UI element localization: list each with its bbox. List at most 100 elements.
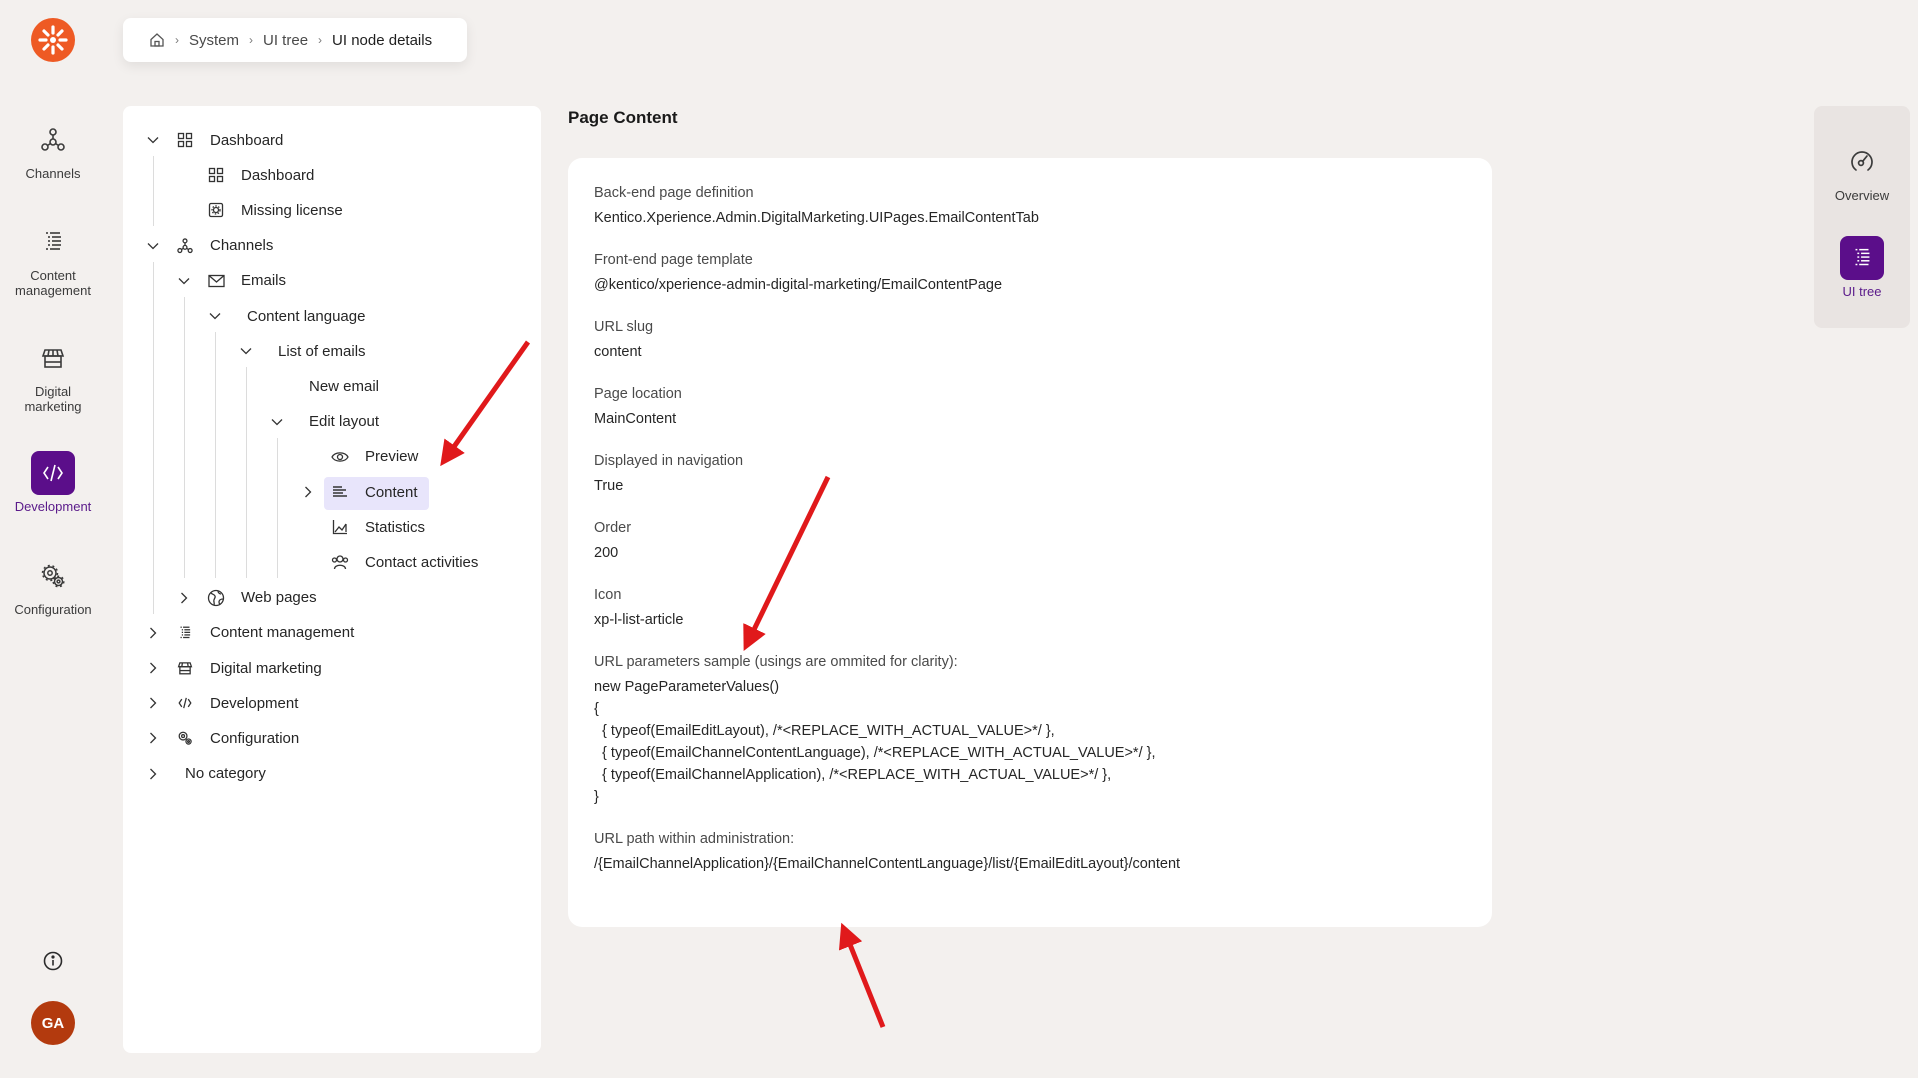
breadcrumb-item-ui-tree[interactable]: UI tree [263,32,308,49]
tree-node[interactable]: Web pages [123,582,523,614]
code-icon [31,451,75,495]
field-displayed-in-navigation: Displayed in navigation True [594,450,1466,497]
tree-node-label: Missing license [241,201,343,219]
chevron-right-icon[interactable] [145,625,161,641]
gears-icon [31,554,75,598]
breadcrumb-item-system[interactable]: System [189,32,239,49]
kentico-logo-icon[interactable] [31,18,75,62]
tree-node-label: Edit layout [309,413,380,431]
page-title: Page Content [568,108,678,127]
tree-node[interactable]: Configuration [123,722,523,754]
tree-node[interactable]: Content management [123,617,523,649]
chevron-right-icon[interactable] [145,660,161,676]
nav-item-content-management[interactable]: Content management [0,220,106,298]
field-url-slug: URL slug content [594,316,1466,363]
field-label: URL slug [594,319,654,335]
field-label: Back-end page definition [594,185,754,201]
chevron-right-icon[interactable] [176,590,192,606]
url-parameters-code: new PageParameterValues() { { typeof(Ema… [594,676,1466,808]
tree-node[interactable]: Missing license [123,194,523,226]
field-value: 200 [594,545,619,561]
tree-node[interactable]: List of emails [123,335,523,367]
nav-label: Channels [25,166,81,181]
field-page-location: Page location MainContent [594,383,1466,430]
tree-node[interactable]: Content [123,476,523,508]
nav-label-line2: management [15,283,91,298]
chevron-down-icon[interactable] [176,273,192,289]
page-details-card: Back-end page definition Kentico.Xperien… [568,158,1492,927]
field-value: content [594,344,642,360]
tree-node-label: Channels [210,237,274,255]
tree-node-label: Emails [241,272,287,290]
tree-node[interactable]: Dashboard [123,124,523,156]
tree-node-label: Dashboard [210,131,284,149]
field-label: Order [594,520,632,536]
tree-node[interactable]: Contact activities [123,546,523,578]
content-management-icon [176,624,194,642]
tree-node[interactable]: Content language [123,300,523,332]
chevron-down-icon[interactable] [145,238,161,254]
breadcrumb-separator: › [175,33,179,47]
tree-node-label: Content management [210,624,355,642]
field-label: Page location [594,386,682,402]
field-value: Kentico.Xperience.Admin.DigitalMarketing… [594,210,1039,226]
chevron-down-icon[interactable] [238,343,254,359]
tab-label: Overview [1834,188,1890,203]
tree-node[interactable]: New email [123,370,523,402]
chevron-right-icon[interactable] [145,766,161,782]
chevron-down-icon[interactable] [145,132,161,148]
digital-marketing-icon [176,659,194,677]
tree-node-label: Content [365,483,418,501]
tree-node[interactable]: Channels [123,230,523,262]
tree-node-label: Preview [365,448,419,466]
tree-node-label: Content language [247,307,366,325]
tree-node[interactable]: No category [123,758,523,790]
avatar-initials: GA [41,1014,65,1032]
code-line: { typeof(EmailChannelApplication), /*<RE… [594,767,1112,783]
code-icon [176,694,194,712]
field-url-parameters: URL parameters sample (usings are ommite… [594,651,1466,808]
tree-node[interactable]: Preview [123,441,523,473]
tree-node[interactable]: Development [123,687,523,719]
tree-node[interactable]: Emails [123,265,523,297]
tab-overview[interactable]: Overview [1814,140,1910,203]
tree-node[interactable]: Statistics [123,511,523,543]
tree-node-label: New email [309,377,380,395]
tree-node[interactable]: Digital marketing [123,652,523,684]
field-label: URL path within administration: [594,831,795,847]
left-navigation: Channels Content management Digital mark… [0,0,106,1078]
tree-node-label: Configuration [210,729,300,747]
field-backend-definition: Back-end page definition Kentico.Xperien… [594,182,1466,229]
channels-icon [31,118,75,162]
tree-node[interactable]: Dashboard [123,159,523,191]
user-avatar[interactable]: GA [31,1001,75,1045]
info-icon[interactable] [42,950,64,972]
nav-label: Development [14,499,92,514]
tab-ui-tree[interactable]: UI tree [1814,236,1910,299]
home-icon[interactable] [149,32,165,48]
dashboard-icon [207,166,225,184]
tree-node[interactable]: Edit layout [123,406,523,438]
nav-item-development[interactable]: Development [0,451,106,514]
chevron-right-icon[interactable] [145,695,161,711]
list-article-icon [331,483,349,501]
breadcrumb-item-current: UI node details [332,31,433,49]
content-management-icon [31,220,75,264]
nav-item-configuration[interactable]: Configuration [0,554,106,617]
tree-node-label: No category [185,765,266,783]
license-icon [207,201,225,219]
nav-item-digital-marketing[interactable]: Digital marketing [0,336,106,414]
tree-node-label: Dashboard [241,166,315,184]
eye-icon [331,448,349,466]
channels-icon [176,237,194,255]
chevron-right-icon[interactable] [145,730,161,746]
chevron-down-icon[interactable] [207,308,223,324]
chevron-down-icon[interactable] [269,414,285,430]
nav-label-line2: marketing [24,399,82,414]
ui-tree-panel: Dashboard Dashboard Missing license Channel… [123,106,541,1053]
nav-item-channels[interactable]: Channels [0,118,106,181]
chevron-right-icon[interactable] [300,484,316,500]
field-value: @kentico/xperience-admin-digital-marketi… [594,277,1003,293]
field-label: Icon [594,587,622,603]
annotation-arrow-url-path [838,922,886,1028]
